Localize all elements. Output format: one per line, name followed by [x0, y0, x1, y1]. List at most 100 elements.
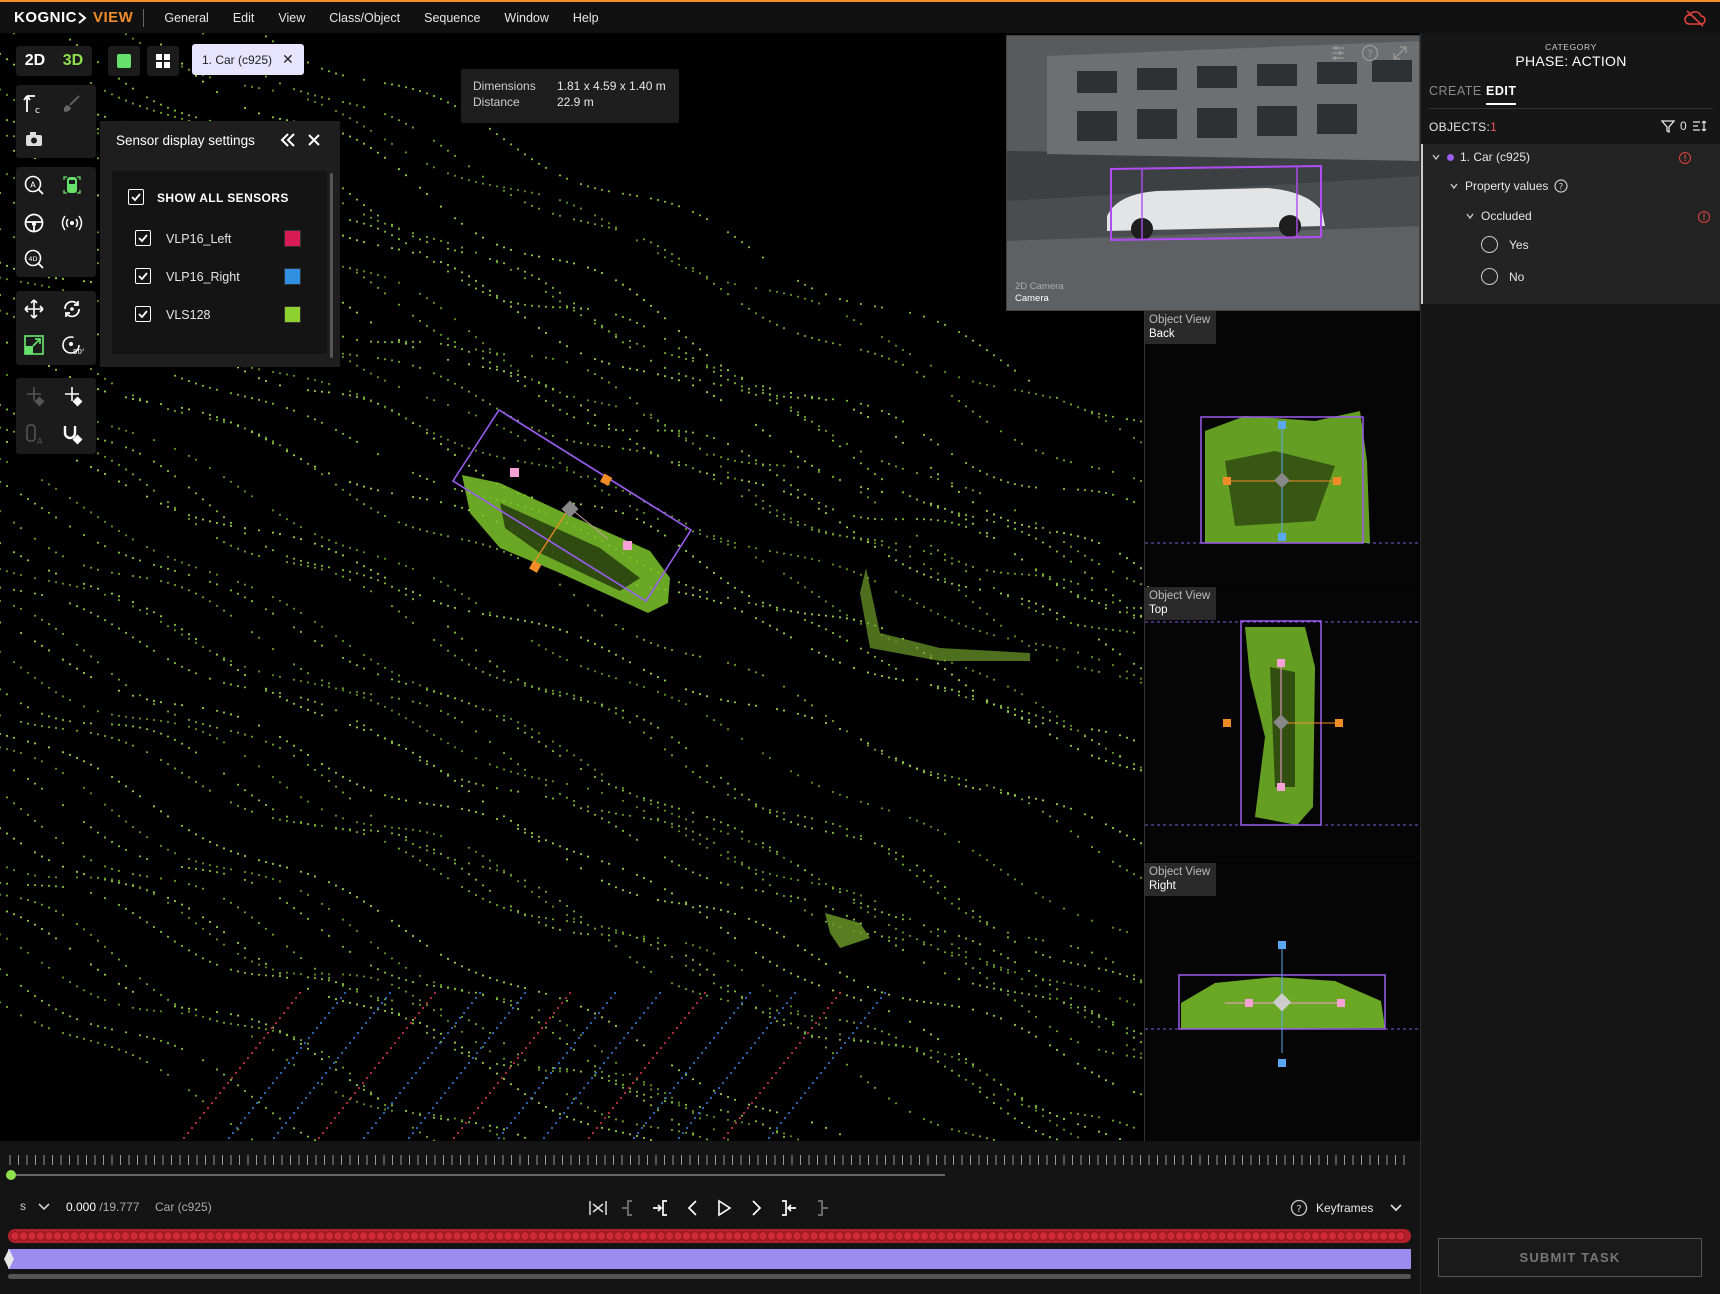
object-view-top-canvas — [1145, 620, 1420, 826]
sensor-panel-title: Sensor display settings — [116, 132, 255, 148]
sort-icon[interactable] — [1692, 119, 1708, 133]
keyframe-markers[interactable] — [8, 1229, 1412, 1243]
current-time: 0.000 — [66, 1200, 97, 1214]
car-view-button[interactable] — [54, 167, 90, 203]
menubar-divider — [143, 8, 145, 27]
zoom-4d-button[interactable]: 4D — [16, 241, 52, 277]
next-keyframe-end-button[interactable] — [807, 1196, 833, 1220]
selected-object-chip[interactable]: 1. Car (c925) ✕ — [192, 44, 304, 75]
track-start-handle-icon[interactable] — [3, 1247, 15, 1271]
tab-2d[interactable]: 2D — [16, 46, 54, 76]
option-yes[interactable]: Yes — [1481, 236, 1529, 253]
tree-object-car[interactable]: 1. Car (c925) — [1431, 150, 1530, 164]
grid-view-button[interactable] — [147, 46, 179, 76]
app-logo: KOGNIC VIEW — [0, 8, 152, 27]
previous-frame-button[interactable] — [680, 1196, 706, 1220]
clear-range-button[interactable] — [585, 1196, 611, 1220]
object-view-side: Top — [1149, 604, 1168, 616]
radio-yes[interactable] — [1481, 236, 1498, 253]
chevron-down-icon[interactable] — [1449, 181, 1459, 191]
next-frame-button[interactable] — [743, 1196, 769, 1220]
object-track-purple[interactable] — [8, 1249, 1411, 1269]
help-circle-icon[interactable]: ? — [1290, 1199, 1308, 1217]
distance-label: Distance — [473, 95, 520, 109]
keyframes-select[interactable]: ? Keyframes — [1290, 1199, 1403, 1217]
rotate-90-button[interactable]: 90° — [54, 327, 90, 363]
submit-task-button[interactable]: SUBMIT TASK — [1438, 1238, 1702, 1277]
object-view-back-canvas — [1145, 411, 1420, 544]
menu-class-object[interactable]: Class/Object — [317, 11, 412, 25]
menu-sequence[interactable]: Sequence — [412, 11, 492, 25]
sensor-checkbox-vlp16-right[interactable] — [135, 268, 151, 284]
help-circle-icon[interactable]: ? — [1554, 179, 1568, 193]
bbox-handle-back[interactable] — [623, 541, 632, 550]
bbox-handle-left[interactable] — [600, 473, 613, 486]
prev-keyframe-start-button[interactable] — [617, 1196, 643, 1220]
driver-view-button[interactable] — [16, 205, 52, 241]
magnet-tool-button[interactable] — [54, 416, 90, 452]
sensor-panel-scrollbar[interactable] — [330, 173, 333, 358]
sensor-color-vlp16-right[interactable] — [284, 268, 301, 285]
sensor-checkbox-vlp16-left[interactable] — [135, 230, 151, 246]
close-icon[interactable]: ✕ — [282, 51, 294, 68]
menu-edit[interactable]: Edit — [221, 11, 267, 25]
camera-tool-button[interactable] — [16, 121, 52, 157]
auto-fit-icon: A — [26, 424, 43, 445]
menu-view[interactable]: View — [266, 11, 317, 25]
chevron-down-icon[interactable] — [1465, 211, 1475, 221]
sensor-label-vlp16-right: VLP16_Right — [166, 270, 240, 284]
play-button[interactable] — [711, 1196, 737, 1220]
timeline-scrollbar[interactable] — [8, 1274, 1411, 1279]
radio-no[interactable] — [1481, 268, 1498, 285]
single-view-button[interactable] — [108, 46, 140, 76]
sensor-color-vlp16-left[interactable] — [284, 230, 301, 247]
brush-tool-button[interactable] — [54, 85, 90, 121]
total-time: /19.777 — [99, 1200, 140, 1214]
auto-view-button[interactable]: A — [16, 167, 52, 203]
scale-tool-button[interactable] — [16, 327, 52, 363]
view-mode-tabs: 2D 3D — [16, 46, 92, 76]
set-end-button[interactable] — [775, 1196, 801, 1220]
object-view-right[interactable]: Object View Right — [1144, 863, 1420, 1141]
chevron-down-icon[interactable] — [38, 1202, 50, 1212]
set-start-button[interactable] — [648, 1196, 674, 1220]
sensor-checkbox-vls128[interactable] — [135, 306, 151, 322]
bbox-handle-front[interactable] — [510, 468, 519, 477]
move-arrows-icon — [24, 299, 44, 319]
select-tool-button[interactable]: c — [16, 85, 52, 121]
menu-general[interactable]: General — [152, 11, 220, 25]
cloud-offline-icon[interactable] — [1684, 9, 1706, 27]
tab-edit[interactable]: EDIT — [1486, 84, 1517, 105]
tab-create[interactable]: CREATE — [1429, 84, 1482, 98]
add-point-button[interactable] — [16, 378, 52, 414]
auto-fit-button[interactable]: A — [16, 416, 52, 452]
collapse-double-chevron-icon[interactable] — [278, 130, 298, 150]
rotate-tool-button[interactable] — [54, 291, 90, 327]
object-view-top[interactable]: Object View Top — [1144, 587, 1420, 862]
snap-point-button[interactable] — [54, 378, 90, 414]
camera-settings-icon[interactable] — [1329, 44, 1347, 62]
scrubber-handle[interactable] — [6, 1170, 16, 1180]
option-no[interactable]: No — [1481, 268, 1524, 285]
close-icon[interactable] — [304, 130, 324, 150]
camera-expand-icon[interactable] — [1391, 44, 1409, 62]
timeline-object: Car (c925) — [155, 1200, 212, 1214]
scrubber-track[interactable] — [10, 1174, 945, 1176]
sensor-view-button[interactable] — [54, 205, 90, 241]
menu-help[interactable]: Help — [561, 11, 611, 25]
filter-control[interactable]: 0 — [1661, 119, 1708, 133]
tree-property-values[interactable]: Property values ? — [1449, 179, 1568, 193]
camera-help-icon[interactable]: ? — [1361, 44, 1379, 62]
menu-window[interactable]: Window — [492, 11, 560, 25]
show-all-sensors-checkbox[interactable] — [128, 189, 144, 205]
move-tool-button[interactable] — [16, 291, 52, 327]
tree-property-occluded[interactable]: Occluded — [1465, 209, 1532, 223]
broadcast-icon — [61, 215, 83, 231]
timeline-ruler[interactable] — [8, 1153, 1412, 1167]
tab-3d[interactable]: 3D — [54, 46, 92, 76]
sensor-color-vls128[interactable] — [284, 306, 301, 323]
chevron-down-icon[interactable] — [1431, 152, 1441, 162]
camera-2d-view[interactable]: ? — [1006, 35, 1420, 311]
object-view-back[interactable]: Object View Back — [1144, 311, 1420, 586]
time-unit-select[interactable]: s — [20, 1199, 26, 1213]
